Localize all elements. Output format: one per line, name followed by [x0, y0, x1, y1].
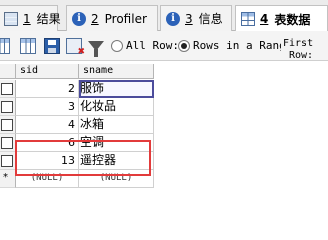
tab-label: Profiler	[104, 11, 147, 26]
first-row-label-line1: First	[283, 38, 314, 49]
rows-in-range-label: Rows in a Range	[193, 39, 281, 52]
tab-label: 结果	[36, 12, 61, 26]
cell-sname-null[interactable]: (NULL)	[79, 170, 154, 188]
tab-number: 3	[185, 11, 193, 26]
save-icon[interactable]	[44, 38, 60, 54]
row-selector[interactable]	[0, 116, 16, 134]
row-selector[interactable]	[0, 134, 16, 152]
table-row[interactable]: 3 化妆品	[0, 98, 154, 116]
cell-sid-null[interactable]: (NULL)	[16, 170, 79, 188]
row-selector[interactable]	[0, 152, 16, 170]
cell-sid[interactable]: 4	[16, 116, 79, 134]
row-checkbox[interactable]	[1, 83, 13, 95]
tab-profiler[interactable]: i 2 Profiler	[66, 5, 158, 31]
first-row-label: First Row:	[283, 38, 313, 62]
tab-messages[interactable]: i 3 信息	[160, 5, 232, 31]
cell-sname[interactable]: 空调	[79, 134, 154, 152]
cell-sname[interactable]: 冰箱	[79, 116, 154, 134]
cell-sid[interactable]: 3	[16, 98, 79, 116]
cell-sname[interactable]: 服饰	[79, 80, 154, 98]
info-icon: i	[166, 11, 180, 26]
new-row-marker: *	[3, 172, 8, 183]
first-row-label-line2: Row:	[289, 50, 314, 61]
new-row[interactable]: * (NULL) (NULL)	[0, 170, 154, 188]
row-checkbox[interactable]	[1, 155, 13, 167]
all-rows-label: All Row:	[126, 39, 179, 52]
cell-sid[interactable]: 13	[16, 152, 79, 170]
row-selector-header	[0, 64, 16, 79]
info-icon: i	[72, 11, 86, 26]
row-selector[interactable]	[0, 98, 16, 116]
cell-sname[interactable]: 化妆品	[79, 98, 154, 116]
delete-row-icon[interactable]	[66, 38, 85, 57]
tab-table-data[interactable]: 4 表数据	[235, 5, 328, 32]
table-row[interactable]: 2 服饰	[0, 80, 154, 98]
new-row-selector[interactable]: *	[0, 170, 16, 188]
tab-results[interactable]: 1 结果	[0, 5, 61, 31]
table-icon	[241, 12, 255, 26]
table-data-grid: sid sname 2 服饰 3 化妆品 4 冰箱 6 空调 13 遥控器 * …	[0, 62, 328, 207]
result-tab-bar: 1 结果 i 2 Profiler i 3 信息 4 表数据	[0, 0, 328, 32]
tab-number: 2	[91, 11, 99, 26]
column-header-sid[interactable]: sid	[16, 64, 79, 79]
cell-sid[interactable]: 2	[16, 80, 79, 98]
tab-label: 表数据	[274, 12, 311, 27]
table-row[interactable]: 4 冰箱	[0, 116, 154, 134]
table-data-toolbar: All Row: Rows in a Range First Row:	[0, 31, 328, 61]
grid-view-icon[interactable]	[0, 38, 10, 54]
table-row[interactable]: 6 空调	[0, 134, 154, 152]
row-checkbox[interactable]	[1, 137, 13, 149]
rows-in-range-radio[interactable]	[178, 40, 190, 52]
cell-sname[interactable]: 遥控器	[79, 152, 154, 170]
add-row-icon[interactable]	[20, 38, 36, 54]
tab-label: 信息	[198, 12, 223, 26]
row-checkbox[interactable]	[1, 119, 13, 131]
row-checkbox[interactable]	[1, 101, 13, 113]
tab-number: 1	[23, 11, 31, 26]
column-header-sname[interactable]: sname	[79, 64, 154, 79]
filter-icon[interactable]	[88, 41, 104, 57]
row-selector[interactable]	[0, 80, 16, 98]
all-rows-radio[interactable]	[111, 40, 123, 52]
cell-sid[interactable]: 6	[16, 134, 79, 152]
grid-icon	[4, 11, 18, 26]
tab-number: 4	[260, 12, 269, 26]
table-row[interactable]: 13 遥控器	[0, 152, 154, 170]
